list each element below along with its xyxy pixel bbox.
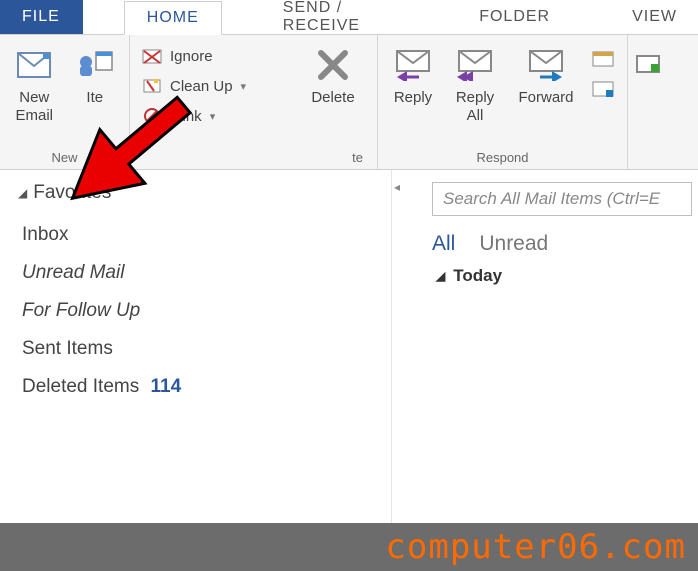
date-group-today[interactable]: ◢ Today [432, 266, 698, 286]
watermark: computer06.com [0, 523, 698, 571]
deleted-count: 114 [151, 376, 182, 397]
ignore-button[interactable]: Ignore [138, 45, 290, 67]
date-label: Today [453, 266, 502, 286]
filter-all[interactable]: All [432, 232, 455, 256]
folder-for-follow-up[interactable]: For Follow Up [18, 292, 373, 330]
filter-unread[interactable]: Unread [479, 232, 548, 256]
folder-inbox[interactable]: Inbox [18, 216, 373, 254]
content-area: ◢ Favorites Inbox Unread Mail For Follow… [0, 170, 698, 523]
ribbon-tab-row: FILE HOME SEND / RECEIVE FOLDER VIEW [0, 0, 698, 35]
pane-collapse-handle[interactable]: ◂ [392, 170, 402, 523]
ribbon: New Email Ite New [0, 35, 698, 170]
respond-extra-column [586, 41, 618, 105]
reply-button[interactable]: Reply [382, 41, 444, 111]
new-email-button[interactable]: New Email [4, 41, 65, 129]
group-label: New [4, 148, 125, 169]
forward-button[interactable]: Forward [506, 41, 586, 111]
new-items-icon [76, 45, 114, 85]
junk-icon [142, 107, 164, 125]
meeting-reply-icon[interactable] [592, 51, 614, 71]
group-label: Respond [382, 148, 623, 169]
button-label: Junk [170, 108, 202, 125]
button-label: Ignore [170, 48, 213, 65]
delete-button[interactable]: Delete [294, 41, 372, 111]
chevron-down-icon: ▾ [239, 80, 247, 93]
filter-row: All Unread [432, 228, 698, 266]
tab-home[interactable]: HOME [124, 1, 222, 35]
button-label: New Email [15, 89, 53, 125]
header-label: Favorites [33, 182, 111, 204]
tab-spacer [418, 0, 459, 34]
folder-deleted-items[interactable]: Deleted Items 114 [18, 368, 373, 406]
tab-view[interactable]: VIEW [612, 0, 698, 34]
button-label: Reply [394, 89, 432, 107]
reply-all-button[interactable]: Reply All [444, 41, 506, 129]
favorites-header[interactable]: ◢ Favorites [18, 182, 373, 204]
ribbon-group-delete: Ignore Clean Up ▾ [130, 35, 378, 169]
partial-button[interactable] [632, 41, 664, 93]
ribbon-group-respond: Reply Reply All [378, 35, 628, 169]
button-label: Forward [518, 89, 573, 107]
search-input[interactable]: Search All Mail Items (Ctrl=E [432, 182, 692, 216]
more-respond-icon[interactable] [592, 81, 614, 101]
collapse-triangle-icon: ◢ [436, 269, 445, 283]
folder-label: Deleted Items [22, 376, 139, 397]
cleanup-icon [142, 77, 164, 95]
ribbon-group-partial [628, 35, 668, 169]
envelope-icon [17, 45, 51, 85]
tab-spacer [571, 0, 612, 34]
button-label: Delete [311, 89, 354, 107]
tab-spacer [83, 0, 124, 34]
button-label: Reply All [456, 89, 494, 125]
ignore-icon [142, 47, 164, 65]
junk-button[interactable]: Junk ▾ [138, 105, 290, 127]
folder-sent-items[interactable]: Sent Items [18, 330, 373, 368]
tab-folder[interactable]: FOLDER [459, 0, 571, 34]
envelope-partial-icon [635, 45, 661, 85]
folder-unread-mail[interactable]: Unread Mail [18, 254, 373, 292]
delete-x-icon [315, 45, 351, 85]
chevron-down-icon: ▾ [208, 110, 216, 123]
group-label-empty [632, 163, 664, 169]
message-list-pane: Search All Mail Items (Ctrl=E All Unread… [402, 170, 698, 523]
button-label: Ite [86, 89, 103, 107]
tab-file[interactable]: FILE [0, 0, 83, 34]
tab-send-receive[interactable]: SEND / RECEIVE [263, 0, 418, 34]
reply-icon [393, 45, 433, 85]
folder-pane: ◢ Favorites Inbox Unread Mail For Follow… [0, 170, 392, 523]
forward-icon [526, 45, 566, 85]
group-label: te [134, 148, 373, 169]
new-items-button[interactable]: Ite [65, 41, 126, 111]
tab-spacer [222, 0, 263, 34]
button-label: Clean Up [170, 78, 233, 95]
ribbon-group-new: New Email Ite New [0, 35, 130, 169]
reply-all-icon [455, 45, 495, 85]
clean-up-button[interactable]: Clean Up ▾ [138, 75, 290, 97]
collapse-triangle-icon: ◢ [18, 186, 27, 200]
